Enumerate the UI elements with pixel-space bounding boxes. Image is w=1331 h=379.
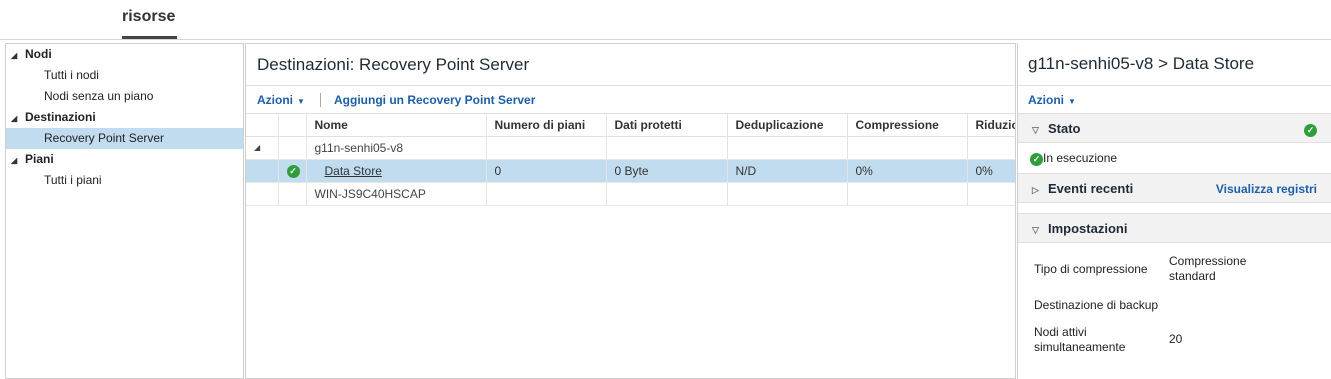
page-title: Destinazioni: Recovery Point Server	[246, 44, 1015, 86]
empty-cell	[967, 136, 1015, 160]
expand-triangle-icon[interactable]: ▷	[1032, 175, 1048, 205]
empty-cell	[606, 136, 728, 160]
details-panel: g11n-senhi05-v8 > Data Store Azioni ▼ ▽ St…	[1017, 43, 1331, 379]
view-logs-link[interactable]: Visualizza registri	[1216, 174, 1317, 204]
protected-cell: 0 Byte	[606, 159, 728, 183]
details-title: g11n-senhi05-v8 > Data Store	[1028, 54, 1255, 73]
details-toolbar: Azioni ▼	[1018, 85, 1331, 113]
name-cell: Data Store	[306, 159, 487, 183]
status-cell	[278, 136, 307, 160]
actions-label: Azioni	[257, 93, 293, 107]
collapse-triangle-icon[interactable]: ◢	[246, 136, 279, 160]
actions-menu-button[interactable]: Azioni ▼	[257, 93, 305, 107]
column-header-numero-piani[interactable]: Numero di piani	[486, 114, 607, 137]
empty-cell	[486, 136, 607, 160]
empty-cell	[847, 136, 968, 160]
section-impostazioni-header[interactable]: ▽ Impostazioni	[1018, 213, 1331, 243]
tree-item-nodi-senza-piano[interactable]: Nodi senza un piano	[6, 86, 243, 107]
tree-group-label: Destinazioni	[25, 110, 96, 124]
main-toolbar: Azioni ▼ Aggiungi un Recovery Point Serve…	[246, 86, 1015, 114]
caret-down-icon: ▼	[297, 97, 305, 106]
destinations-panel: Destinazioni: Recovery Point Server Azio…	[245, 43, 1016, 379]
server-row-label: WIN-JS9C40HSCAP	[306, 182, 487, 206]
tab-risorse[interactable]: risorse	[122, 8, 175, 26]
check-circle-icon: ✓	[286, 165, 300, 178]
status-value: In esecuzione	[1043, 151, 1118, 165]
tab-active-indicator	[122, 36, 177, 39]
empty-cell	[486, 182, 607, 206]
resource-tree: ◢ Nodi Tutti i nodi Nodi senza un piano ◢…	[5, 43, 244, 379]
section-title: Eventi recenti	[1048, 181, 1134, 196]
expand-triangle-icon[interactable]: ◢	[11, 150, 25, 171]
tree-group-destinazioni[interactable]: ◢ Destinazioni	[6, 107, 243, 128]
data-store-link[interactable]: Data Store	[325, 164, 382, 178]
table-header-row: Nome Numero di piani Dati protetti Dedup…	[246, 114, 1015, 137]
tree-group-piani[interactable]: ◢ Piani	[6, 149, 243, 170]
section-title: Stato	[1048, 121, 1081, 136]
empty-cell	[727, 182, 848, 206]
tree-item-tutti-i-piani[interactable]: Tutti i piani	[6, 170, 243, 191]
column-header-deduplicazione[interactable]: Deduplicazione	[727, 114, 848, 137]
collapse-triangle-icon[interactable]: ▽	[1032, 215, 1048, 245]
section-title: Impostazioni	[1048, 221, 1128, 236]
table-row[interactable]: WIN-JS9C40HSCAP	[246, 182, 1015, 206]
column-header-dati-protetti[interactable]: Dati protetti	[606, 114, 728, 137]
plans-cell: 0	[486, 159, 607, 183]
status-cell: ✓	[278, 159, 307, 183]
compression-cell: 0%	[847, 159, 968, 183]
tree-group-nodi[interactable]: ◢ Nodi	[6, 44, 243, 65]
dedup-cell: N/D	[727, 159, 848, 183]
expand-triangle-icon[interactable]: ◢	[11, 108, 25, 129]
setting-value: Compressione standard	[1169, 254, 1247, 283]
expand-triangle-icon[interactable]: ◢	[11, 45, 25, 66]
tree-item-tutti-i-nodi[interactable]: Tutti i nodi	[6, 65, 243, 86]
empty-cell	[967, 182, 1015, 206]
actions-label: Azioni	[1028, 93, 1064, 107]
group-row-label: g11n-senhi05-v8	[306, 136, 487, 160]
setting-key: Nodi attivi simultaneamente	[1034, 325, 1126, 354]
empty-cell	[847, 182, 968, 206]
collapse-triangle-icon[interactable]: ▽	[1032, 115, 1048, 145]
column-header-riduzione[interactable]: Riduzio	[967, 114, 1015, 137]
table-group-row[interactable]: ◢ g11n-senhi05-v8	[246, 136, 1015, 160]
status-cell	[278, 182, 307, 206]
check-circle-icon: ✓	[1304, 124, 1317, 137]
top-tab-bar: risorse	[0, 0, 1331, 40]
settings-body: Tipo di compressione Compressione standa…	[1018, 243, 1331, 363]
header-expand-col	[246, 114, 279, 137]
toolbar-divider	[320, 93, 321, 107]
rps-table: Nome Numero di piani Dati protetti Dedup…	[246, 114, 1015, 206]
table-row[interactable]: ✓ Data Store 0 0 Byte N/D 0% 0%	[246, 159, 1015, 183]
section-eventi-header[interactable]: ▷ Eventi recenti Visualizza registri	[1018, 173, 1331, 203]
tree-group-label: Piani	[25, 152, 54, 166]
tree-group-label: Nodi	[25, 47, 52, 61]
details-actions-button[interactable]: Azioni ▼	[1028, 93, 1076, 107]
column-header-nome[interactable]: Nome	[306, 114, 487, 137]
reduction-cell: 0%	[967, 159, 1015, 183]
empty-cell	[727, 136, 848, 160]
empty-cell	[246, 182, 279, 206]
setting-value: 20	[1169, 332, 1183, 346]
header-status-col	[278, 114, 307, 137]
add-rps-button[interactable]: Aggiungi un Recovery Point Server	[334, 86, 535, 114]
empty-cell	[606, 182, 728, 206]
empty-cell	[246, 159, 279, 183]
setting-key: Tipo di compressione	[1034, 262, 1148, 276]
caret-down-icon: ▼	[1068, 97, 1076, 106]
tree-item-recovery-point-server[interactable]: Recovery Point Server	[6, 128, 243, 149]
section-stato-body: ✓ In esecuzione	[1018, 143, 1331, 173]
setting-key: Destinazione di backup	[1034, 298, 1159, 312]
column-header-compressione[interactable]: Compressione	[847, 114, 968, 137]
section-stato-header[interactable]: ▽ Stato ✓	[1018, 113, 1331, 143]
check-circle-icon: ✓	[1030, 153, 1043, 166]
